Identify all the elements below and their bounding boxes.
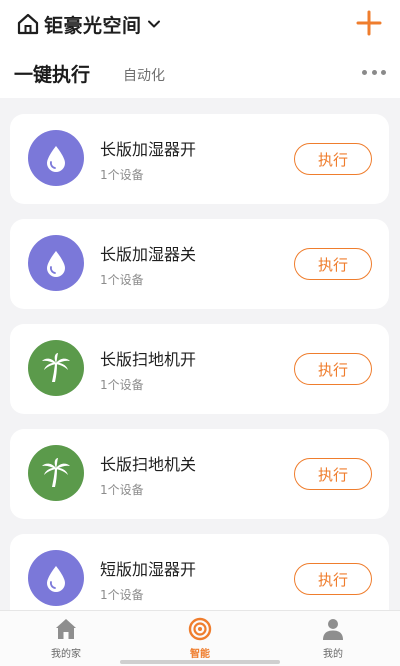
home-title: 钜豪光空间: [44, 14, 142, 37]
home-indicator: [120, 660, 280, 664]
scene-device-count: 1个设备: [100, 273, 144, 287]
top-bar: 钜豪光空间: [0, 0, 400, 48]
water-drop-icon: [28, 550, 84, 606]
scene-card[interactable]: 长版扫地机开 1个设备 执行: [10, 324, 389, 414]
scene-card[interactable]: 长版加湿器开 1个设备 执行: [10, 114, 389, 204]
scene-device-count: 1个设备: [100, 483, 144, 497]
execute-button[interactable]: 执行: [294, 563, 372, 595]
execute-button[interactable]: 执行: [294, 458, 372, 490]
home-outline-icon: [16, 12, 40, 36]
scene-name: 长版扫地机开: [100, 350, 197, 369]
scene-device-count: 1个设备: [100, 588, 144, 602]
app-screen: 钜豪光空间 一键执行 自动化 长版加湿器开 1个设备 执行 长版加湿器关 1个设…: [0, 0, 400, 666]
house-icon: [56, 619, 76, 639]
execute-button[interactable]: 执行: [294, 143, 372, 175]
scene-name: 长版加湿器开: [100, 140, 197, 159]
scene-card[interactable]: 长版扫地机关 1个设备 执行: [10, 429, 389, 519]
tabs-bar: 一键执行 自动化: [0, 48, 400, 98]
scene-card[interactable]: 长版加湿器关 1个设备 执行: [10, 219, 389, 309]
nav-smart[interactable]: 智能: [165, 617, 235, 666]
bottom-nav: 我的家 智能 我的: [0, 610, 400, 666]
plus-icon: [356, 10, 382, 36]
chevron-down-icon: [146, 16, 162, 32]
scene-device-count: 1个设备: [100, 168, 144, 182]
nav-label: 我的: [323, 649, 343, 660]
water-drop-icon: [28, 235, 84, 291]
scene-device-count: 1个设备: [100, 378, 144, 392]
scene-card[interactable]: 短版加湿器开 1个设备 执行: [10, 534, 389, 610]
tab-one-click[interactable]: 一键执行: [14, 60, 90, 87]
nav-label: 我的家: [51, 649, 81, 660]
more-dots-icon[interactable]: [362, 66, 386, 78]
scene-name: 短版加湿器开: [100, 560, 197, 579]
nav-my-home[interactable]: 我的家: [31, 617, 101, 666]
scene-list: 长版加湿器开 1个设备 执行 长版加湿器关 1个设备 执行 长版扫地机开 1个设…: [0, 98, 400, 610]
palm-tree-icon: [28, 340, 84, 396]
home-selector[interactable]: 钜豪光空间: [16, 10, 162, 38]
water-drop-icon: [28, 130, 84, 186]
execute-button[interactable]: 执行: [294, 353, 372, 385]
person-icon: [323, 619, 343, 640]
nav-label: 智能: [190, 649, 210, 660]
add-button[interactable]: [356, 10, 382, 36]
scene-name: 长版加湿器关: [100, 245, 197, 264]
smart-target-icon: [188, 617, 212, 641]
scene-name: 长版扫地机关: [100, 455, 197, 474]
palm-tree-icon: [28, 445, 84, 501]
execute-button[interactable]: 执行: [294, 248, 372, 280]
nav-mine[interactable]: 我的: [298, 617, 368, 666]
tab-automation[interactable]: 自动化: [123, 65, 165, 85]
